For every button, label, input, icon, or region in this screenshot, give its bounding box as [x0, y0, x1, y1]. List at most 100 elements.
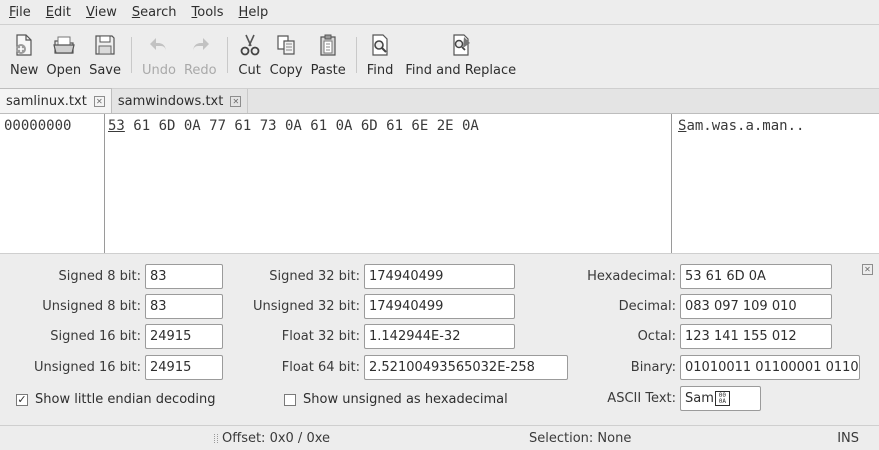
float32-label: Float 32 bit: [281, 329, 360, 344]
decimal-label: Decimal: [618, 299, 676, 314]
decimal-row: Decimal: 083 097 109 010 [560, 294, 832, 319]
menu-edit[interactable]: Edit [41, 0, 76, 25]
unsigned16-label: Unsigned 16 bit: [33, 360, 141, 375]
float64-field[interactable]: 2.52100493565032E-258 [364, 355, 568, 380]
open-label: Open [46, 63, 82, 78]
new-button[interactable]: New [6, 31, 42, 85]
octal-field[interactable]: 123 141 155 012 [680, 324, 832, 349]
status-insert-mode: INS [837, 430, 859, 446]
hexadecimal-row: Hexadecimal: 53 61 6D 0A [560, 264, 832, 289]
find-and-replace-label: Find and Replace [405, 63, 517, 78]
new-document-icon [16, 34, 32, 56]
octal-row: Octal: 123 141 155 012 [560, 324, 832, 349]
find-label: Find [366, 63, 394, 78]
signed8-row: Signed 8 bit: 83 [0, 264, 223, 289]
cut-button[interactable]: Cut [234, 31, 266, 85]
hexadecimal-field[interactable]: 53 61 6D 0A [680, 264, 832, 289]
save-floppy-icon [95, 35, 115, 55]
octal-label: Octal: [637, 329, 676, 344]
unsigned16-row: Unsigned 16 bit: 24915 [0, 355, 223, 380]
close-tab-icon[interactable]: ✕ [93, 95, 105, 107]
redo-label: Redo [183, 63, 217, 78]
unsigned16-field[interactable]: 24915 [145, 355, 223, 380]
ascii-text-value: Sam [685, 391, 714, 406]
unprintable-char-glyph: 00 0A [714, 391, 730, 406]
cut-label: Cut [238, 63, 261, 78]
decoding-panel: ✕ Signed 8 bit: 83 Unsigned 8 bit: 83 Si… [0, 254, 879, 424]
open-button[interactable]: Open [42, 31, 85, 85]
ascii-text-label: ASCII Text: [607, 391, 676, 406]
find-and-replace-button[interactable]: Find and Replace [401, 31, 520, 85]
unsigned-hex-label: Show unsigned as hexadecimal [303, 392, 508, 407]
signed8-label: Signed 8 bit: [58, 269, 141, 284]
signed16-row: Signed 16 bit: 24915 [0, 324, 223, 349]
status-offset: Offset: 0x0 / 0xe [222, 430, 331, 446]
hex-bytes: 61 6D 0A 77 61 73 0A 61 0A 6D 61 6E 2E 0… [124, 118, 479, 134]
unsigned-hex-checkbox[interactable] [284, 393, 296, 406]
undo-button[interactable]: Undo [138, 31, 180, 85]
toolbar-separator [131, 37, 133, 73]
copy-button[interactable]: Copy [266, 31, 307, 85]
toolbar-separator [226, 37, 228, 73]
float32-field[interactable]: 1.142944E-32 [364, 324, 515, 349]
unsigned32-row: Unsigned 32 bit: 174940499 [230, 294, 515, 319]
copy-label: Copy [269, 63, 303, 78]
paste-clipboard-icon [320, 34, 336, 56]
ascii-text-row: ASCII Text: Sam 00 0A [560, 386, 761, 411]
little-endian-checkbox[interactable]: ✓ [16, 393, 28, 406]
menu-tools[interactable]: Tools [187, 0, 229, 25]
toolbar: New Open Save Undo Redo Cut Copy Paste F… [0, 25, 879, 89]
find-button[interactable]: Find [363, 31, 398, 85]
unsigned-hex-option[interactable]: Show unsigned as hexadecimal [284, 392, 508, 407]
ascii-text-field[interactable]: Sam 00 0A [680, 386, 761, 411]
unsigned8-label: Unsigned 8 bit: [42, 299, 141, 314]
statusbar: Offset: 0x0 / 0xe Selection: None INS [0, 425, 879, 450]
open-folder-icon [52, 36, 75, 54]
signed16-field[interactable]: 24915 [145, 324, 223, 349]
tab-samlinux[interactable]: samlinux.txt ✕ [0, 88, 112, 113]
offset-column: 00000000 [4, 118, 72, 134]
signed16-label: Signed 16 bit: [50, 329, 141, 344]
signed32-row: Signed 32 bit: 174940499 [230, 264, 515, 289]
close-panel-icon[interactable]: ✕ [862, 264, 873, 275]
document-tabs: samlinux.txt ✕ samwindows.txt ✕ [0, 88, 879, 114]
redo-arrow-icon [193, 38, 210, 52]
float32-row: Float 32 bit: 1.142944E-32 [230, 324, 515, 349]
little-endian-label: Show little endian decoding [35, 392, 216, 407]
signed32-field[interactable]: 174940499 [364, 264, 515, 289]
menu-file[interactable]: File [4, 0, 36, 25]
offset-divider [104, 114, 105, 253]
tab-label: samlinux.txt [6, 93, 87, 109]
copy-icon [277, 35, 295, 55]
menubar: File Edit View Search Tools Help [0, 0, 879, 25]
redo-button[interactable]: Redo [180, 31, 221, 85]
scissors-icon [240, 34, 260, 56]
resize-grip-icon[interactable] [214, 434, 218, 443]
menu-search[interactable]: Search [127, 0, 182, 25]
find-replace-icon [453, 34, 470, 56]
paste-button[interactable]: Paste [307, 31, 350, 85]
binary-field[interactable]: 01010011 01100001 01101101 00001010 [680, 355, 860, 380]
paste-label: Paste [310, 63, 346, 78]
find-magnifier-icon [372, 34, 388, 56]
hexadecimal-label: Hexadecimal: [587, 269, 676, 284]
menu-view[interactable]: View [81, 0, 122, 25]
binary-row: Binary: 01010011 01100001 01101101 00001… [560, 355, 860, 380]
unsigned32-field[interactable]: 174940499 [364, 294, 515, 319]
save-button[interactable]: Save [85, 31, 125, 85]
unsigned8-row: Unsigned 8 bit: 83 [0, 294, 223, 319]
little-endian-option[interactable]: ✓ Show little endian decoding [16, 392, 216, 407]
unsigned8-field[interactable]: 83 [145, 294, 223, 319]
ascii-text: am.was.a.man.. [686, 118, 805, 134]
new-label: New [10, 63, 39, 78]
menu-help[interactable]: Help [234, 0, 274, 25]
signed8-field[interactable]: 83 [145, 264, 223, 289]
decimal-field[interactable]: 083 097 109 010 [680, 294, 832, 319]
ascii-divider [671, 114, 672, 253]
ascii-column[interactable]: Sam.was.a.man.. [678, 118, 804, 134]
tab-samwindows[interactable]: samwindows.txt ✕ [112, 89, 249, 113]
close-tab-icon[interactable]: ✕ [230, 95, 242, 107]
hex-column[interactable]: 53 61 6D 0A 77 61 73 0A 61 0A 6D 61 6E 2… [108, 118, 479, 134]
hex-editor-view[interactable]: 00000000 53 61 6D 0A 77 61 73 0A 61 0A 6… [0, 114, 879, 254]
hex-cursor-byte: 53 [108, 118, 125, 134]
